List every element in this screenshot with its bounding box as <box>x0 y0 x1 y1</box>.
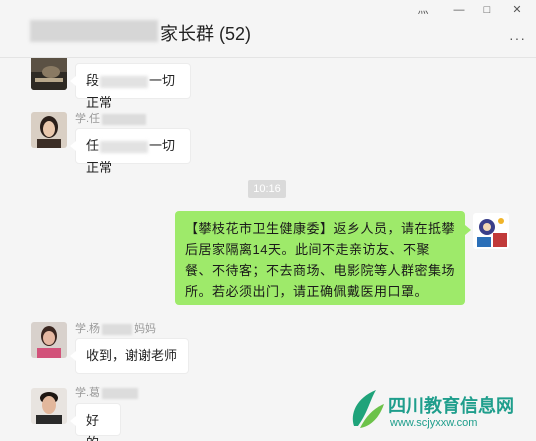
watermark: 四川教育信息网 www.scjyxxw.com <box>346 382 536 441</box>
redacted-group-name <box>30 20 158 42</box>
message-text: 收到，谢谢老师 <box>86 348 178 363</box>
message-text: 好的 <box>86 413 100 441</box>
watermark-logo-icon <box>352 390 384 428</box>
more-options-icon[interactable]: ··· <box>509 30 526 46</box>
self-avatar[interactable] <box>473 213 509 249</box>
avatar[interactable] <box>31 322 67 358</box>
timestamp-divider: 10:16 <box>248 180 286 198</box>
message-bubble[interactable]: 收到，谢谢老师 <box>70 338 189 374</box>
redacted-text <box>100 140 149 153</box>
minimize-icon[interactable]: — <box>450 3 468 17</box>
watermark-title: 四川教育信息网 <box>388 396 514 416</box>
close-icon[interactable]: ✕ <box>508 3 526 17</box>
pin-icon[interactable]: ⺣ <box>414 3 432 17</box>
chat-header: 家长群 (52) ⺣ — □ ✕ ··· <box>0 0 536 58</box>
avatar[interactable] <box>31 388 67 424</box>
avatar[interactable] <box>31 58 67 90</box>
message-bubble[interactable]: 任一切正常 <box>70 128 191 175</box>
sender-name: 学.任 <box>75 110 148 126</box>
message-bubble[interactable]: 段一切正常 <box>70 63 191 110</box>
chat-title: 家长群 (52) <box>160 24 252 44</box>
sender-name: 学.杨 妈妈 <box>75 323 157 335</box>
sender-name: 学.葛 <box>75 384 140 400</box>
message-text: 【攀枝花市卫生健康委】返乡人员，请在抵攀后居家隔离14天。此间不走亲访友、不聚餐… <box>185 221 456 299</box>
avatar[interactable] <box>31 112 67 148</box>
redacted-text <box>100 75 149 88</box>
message-text-prefix: 任 <box>86 138 100 153</box>
message-text-prefix: 段 <box>86 73 100 88</box>
watermark-url: www.scjyxxw.com <box>390 417 478 429</box>
message-bubble[interactable]: 好的 <box>70 403 121 441</box>
message-bubble-self[interactable]: 【攀枝花市卫生健康委】返乡人员，请在抵攀后居家隔离14天。此间不走亲访友、不聚餐… <box>175 211 471 305</box>
maximize-icon[interactable]: □ <box>478 3 496 17</box>
